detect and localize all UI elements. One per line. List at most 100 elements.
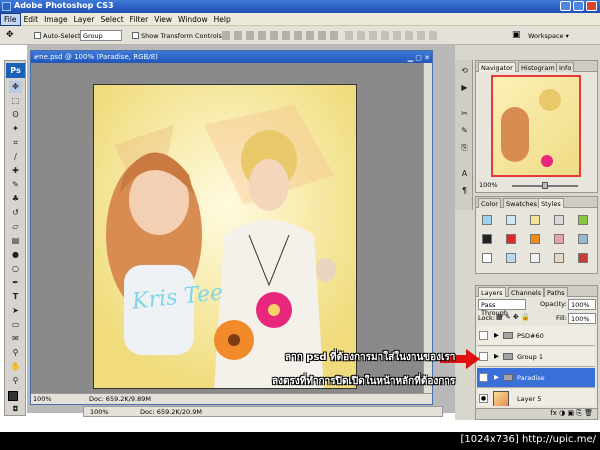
clone-source-icon[interactable]: ⎘: [458, 142, 471, 154]
hand-tool-icon[interactable]: ✋: [9, 361, 22, 373]
style-swatch[interactable]: [578, 253, 588, 263]
tab-color[interactable]: Color: [478, 198, 501, 208]
document-vertical-scrollbar[interactable]: [423, 63, 432, 395]
document-info[interactable]: Doc: 659.2K/9.89M: [89, 395, 151, 403]
distribute-buttons[interactable]: [345, 31, 437, 40]
style-swatch[interactable]: [506, 234, 516, 244]
artwork-canvas[interactable]: Kris Tee: [93, 84, 357, 389]
layers-footer-buttons[interactable]: fx ◑ ▣ ⎘ 🗑: [476, 408, 597, 419]
close-button[interactable]: [586, 1, 597, 11]
tab-navigator[interactable]: Navigator: [478, 62, 516, 72]
group-expand-icon[interactable]: ▶: [494, 352, 499, 360]
menu-window[interactable]: Window: [175, 14, 211, 25]
slice-tool-icon[interactable]: ∕: [9, 151, 22, 163]
healing-brush-icon[interactable]: ✚: [9, 165, 22, 177]
group-expand-icon[interactable]: ▶: [494, 373, 499, 381]
menu-select[interactable]: Select: [98, 14, 127, 25]
pen-tool-icon[interactable]: ✒: [9, 277, 22, 289]
type-tool-icon[interactable]: T: [9, 291, 22, 303]
marquee-tool-icon[interactable]: ⬚: [9, 95, 22, 107]
navigator-tabs: Navigator Histogram Info: [476, 61, 597, 72]
style-swatch[interactable]: [530, 215, 540, 225]
auto-select-checkbox[interactable]: [34, 32, 41, 39]
magic-wand-tool-icon[interactable]: ✦: [9, 123, 22, 135]
blur-tool-icon[interactable]: ●: [9, 249, 22, 261]
style-swatch[interactable]: [506, 253, 516, 263]
move-tool-icon[interactable]: ✥: [6, 30, 14, 40]
move-tool-icon[interactable]: ✥: [9, 81, 22, 93]
notes-tool-icon[interactable]: ✉: [9, 333, 22, 345]
lasso-tool-icon[interactable]: ʘ: [9, 109, 22, 121]
minimize-button[interactable]: [560, 1, 571, 11]
menu-image[interactable]: Image: [41, 14, 71, 25]
shape-tool-icon[interactable]: ▭: [9, 319, 22, 331]
style-swatch[interactable]: [578, 234, 588, 244]
layer-row[interactable]: ● Layer 5: [477, 389, 595, 406]
maximize-button[interactable]: [573, 1, 584, 11]
menu-file[interactable]: File: [0, 13, 21, 26]
auto-select-dropdown[interactable]: Group: [80, 30, 122, 41]
crop-tool-icon[interactable]: ⌗: [9, 137, 22, 149]
tool-presets-icon[interactable]: ✂: [458, 108, 471, 120]
style-swatch[interactable]: [530, 253, 540, 263]
opacity-field[interactable]: 100%: [568, 299, 596, 310]
tab-layers[interactable]: Layers: [478, 287, 506, 297]
workspace-icon[interactable]: ▣: [512, 30, 521, 40]
layer-row[interactable]: ▶ PSD#60: [477, 326, 595, 346]
style-swatch[interactable]: [554, 253, 564, 263]
menu-view[interactable]: View: [151, 14, 175, 25]
tab-channels[interactable]: Channels: [508, 287, 545, 297]
tab-histogram[interactable]: Histogram: [518, 62, 558, 72]
brush-tool-icon[interactable]: ✎: [9, 179, 22, 191]
style-swatch[interactable]: [482, 253, 492, 263]
tab-paths[interactable]: Paths: [544, 287, 568, 297]
eyedropper-tool-icon[interactable]: ⚲: [9, 347, 22, 359]
menu-edit[interactable]: Edit: [21, 14, 42, 25]
actions-panel-icon[interactable]: ▶: [458, 82, 471, 94]
secondary-doc-info[interactable]: Doc: 659.2K/20.9M: [140, 408, 202, 416]
clone-stamp-icon[interactable]: ♣: [9, 193, 22, 205]
history-panel-icon[interactable]: ⟲: [458, 65, 471, 77]
blend-mode-dropdown[interactable]: Pass Through: [478, 299, 526, 317]
style-swatch[interactable]: [554, 215, 564, 225]
fill-field[interactable]: 100%: [568, 313, 596, 324]
align-buttons[interactable]: [222, 31, 340, 40]
dodge-tool-icon[interactable]: ○: [9, 263, 22, 275]
style-swatch[interactable]: [506, 215, 516, 225]
style-swatch[interactable]: [554, 234, 564, 244]
zoom-tool-icon[interactable]: ⚲: [9, 375, 22, 387]
visibility-eye-icon[interactable]: ●: [479, 373, 488, 382]
foreground-color-swatch[interactable]: [8, 391, 18, 401]
workspace-menu[interactable]: Workspace ▾: [528, 32, 569, 40]
menu-help[interactable]: Help: [211, 14, 234, 25]
gradient-tool-icon[interactable]: ▤: [9, 235, 22, 247]
visibility-eye-icon[interactable]: [479, 331, 488, 340]
quick-mask-icon[interactable]: ◘: [9, 403, 22, 415]
visibility-eye-icon[interactable]: ●: [479, 394, 488, 403]
secondary-zoom[interactable]: 100%: [90, 408, 109, 416]
tab-info[interactable]: Info: [556, 62, 575, 72]
layer-row[interactable]: ▶ Group 1: [477, 347, 595, 367]
character-panel-icon[interactable]: A: [458, 168, 471, 180]
menu-filter[interactable]: Filter: [127, 14, 152, 25]
navigator-slider-thumb[interactable]: [542, 182, 548, 189]
paragraph-panel-icon[interactable]: ¶: [458, 185, 471, 197]
eraser-tool-icon[interactable]: ▱: [9, 221, 22, 233]
group-expand-icon[interactable]: ▶: [494, 331, 499, 339]
tab-styles[interactable]: Styles: [538, 198, 564, 208]
navigator-preview[interactable]: [491, 75, 581, 177]
document-zoom[interactable]: 100%: [33, 395, 52, 403]
path-selection-icon[interactable]: ➤: [9, 305, 22, 317]
style-swatch[interactable]: [482, 234, 492, 244]
show-transform-checkbox[interactable]: [132, 32, 139, 39]
lock-icons[interactable]: ▦ ✎ ✥ 🔒: [496, 313, 530, 321]
menu-layer[interactable]: Layer: [71, 14, 98, 25]
history-brush-icon[interactable]: ↺: [9, 207, 22, 219]
layer-row[interactable]: ● ▶ Paradise: [477, 368, 595, 388]
style-swatch[interactable]: [578, 215, 588, 225]
brushes-panel-icon[interactable]: ✎: [458, 125, 471, 137]
navigator-zoom[interactable]: 100%: [479, 181, 498, 189]
style-swatch[interactable]: [530, 234, 540, 244]
style-swatch[interactable]: [482, 215, 492, 225]
tab-swatches[interactable]: Swatches: [503, 198, 541, 208]
